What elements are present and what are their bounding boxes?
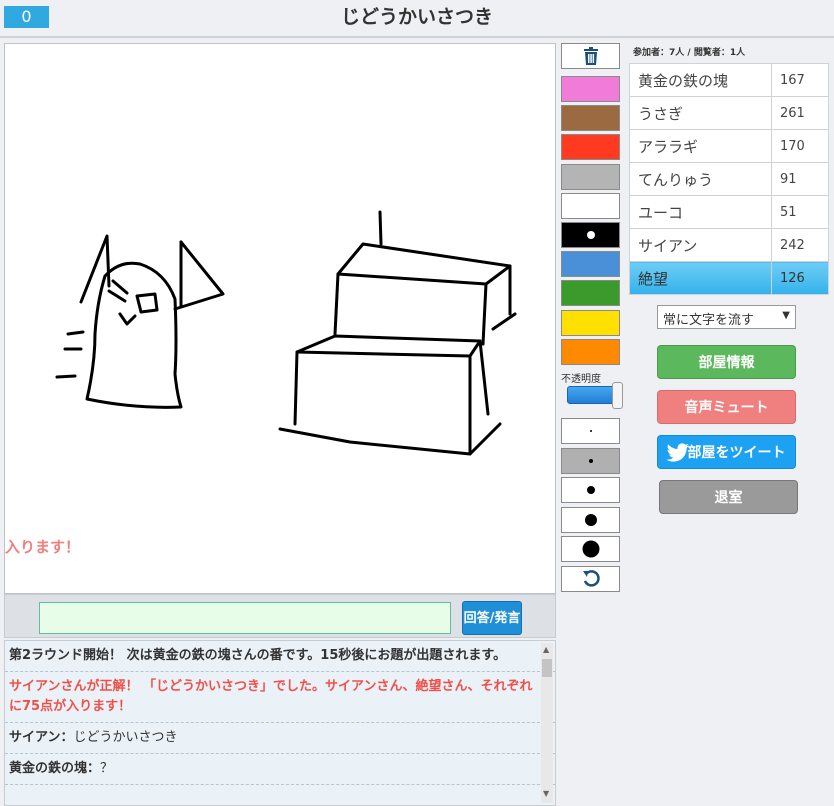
chat-message-text: サイアンさんが正解！ 「じどうかいさつき」でした。サイアンさん、絶望さん、それぞ… (9, 679, 533, 714)
chat-message: 黄金の鉄の塊：？ (5, 754, 555, 785)
clear-canvas-button[interactable] (561, 43, 620, 69)
chat-display-value: 常に文字を流す (663, 313, 755, 328)
header: 0 じどうかいさつき (0, 0, 834, 38)
chat-sender: 黄金の鉄の塊 (9, 761, 88, 776)
chat-message: サイアンさんが正解！ 「じどうかいさつき」でした。サイアンさん、絶望さん、それぞ… (5, 672, 555, 723)
chat-display-select[interactable]: 常に文字を流す ▼ (657, 305, 796, 329)
pen-size-dot (582, 540, 599, 558)
player-row: ユーコ 51 (629, 195, 829, 229)
opacity-label: 不透明度 (561, 374, 601, 385)
player-list: 黄金の鉄の塊 167 うさぎ 261 アララギ 170 てんりゅう 91 ユーコ 51 サイアン 24… (629, 63, 829, 295)
chat-message: サイアン：じどうかいさつき (5, 723, 555, 754)
player-score: 242 (771, 228, 829, 262)
color-swatch[interactable] (561, 105, 620, 132)
chevron-down-icon: ▼ (782, 310, 790, 321)
pen-size-dot (588, 458, 593, 463)
player-score: 167 (771, 63, 829, 97)
player-name: てんりゅう (629, 162, 772, 196)
player-name: 絶望 (629, 261, 772, 295)
player-score: 126 (771, 261, 829, 295)
scroll-up-icon[interactable]: ▲ (543, 645, 549, 654)
color-swatch[interactable] (561, 134, 620, 161)
floating-chat-text: 入ります！ (5, 538, 81, 556)
pen-size-button[interactable] (561, 447, 620, 474)
exit-button[interactable]: 退室 (659, 480, 798, 514)
player-score: 51 (771, 195, 829, 229)
pen-size-button[interactable] (561, 418, 620, 444)
color-swatch[interactable] (561, 309, 620, 336)
player-row: てんりゅう 91 (629, 162, 829, 196)
chat-message-text: 第2ラウンド開始！ 次は黄金の鉄の塊さんの番です。15秒後にお題が出題されます。 (9, 648, 507, 663)
player-row: アララギ 170 (629, 129, 829, 163)
undo-button[interactable] (561, 566, 620, 592)
chat-message: 第2ラウンド開始！ 次は黄金の鉄の塊さんの番です。15秒後にお題が出題されます。 (5, 641, 555, 672)
player-row: 絶望 126 (629, 261, 829, 295)
mute-button[interactable]: 音声ミュート (657, 390, 796, 424)
drawing-strokes (55, 210, 517, 456)
chat-message-text: ？ (100, 761, 114, 776)
player-name: 黄金の鉄の塊 (629, 63, 772, 97)
pen-size-button[interactable] (561, 506, 620, 533)
player-row: うさぎ 261 (629, 96, 829, 130)
pen-size-dot (584, 513, 597, 526)
chat-scrollbar[interactable]: ▲ ▼ (541, 643, 553, 803)
chat-sender: サイアン (9, 730, 61, 745)
bird-icon (666, 443, 689, 462)
player-name: サイアン (629, 228, 772, 262)
player-row: 黄金の鉄の塊 167 (629, 63, 829, 97)
player-score: 170 (771, 129, 829, 163)
trash-icon (584, 47, 598, 65)
player-name: うさぎ (629, 96, 772, 130)
player-row: サイアン 242 (629, 228, 829, 262)
header-divider (0, 36, 834, 38)
scroll-down-icon[interactable]: ▼ (543, 789, 549, 798)
opacity-slider-handle[interactable] (612, 382, 623, 409)
player-name: ユーコ (629, 195, 772, 229)
color-swatch[interactable] (561, 251, 620, 278)
player-score: 91 (771, 162, 829, 196)
color-swatch[interactable] (561, 76, 620, 102)
color-swatch[interactable] (561, 338, 620, 365)
tweet-button[interactable]: 部屋をツイート (657, 435, 796, 469)
pen-size-button[interactable] (561, 477, 620, 503)
chat-message-text: じどうかいさつき (73, 730, 178, 745)
answer-send-button[interactable]: 回答/発言 (462, 601, 522, 635)
pen-size-button[interactable] (561, 536, 620, 562)
chat-log: 第2ラウンド開始！ 次は黄金の鉄の塊さんの番です。15秒後にお題が出題されます。… (4, 640, 556, 806)
drawing-canvas[interactable]: 入ります！ (4, 43, 556, 594)
color-swatch[interactable] (561, 192, 620, 219)
chat-separator: ： (60, 730, 74, 745)
pen-size-dot (589, 430, 592, 432)
color-swatch[interactable] (561, 280, 620, 307)
color-swatch[interactable] (561, 163, 620, 190)
page-title: じどうかいさつき (340, 6, 493, 28)
answer-input[interactable] (39, 602, 451, 634)
room-info-button[interactable]: 部屋情報 (657, 345, 796, 379)
player-name: アララギ (629, 129, 772, 163)
room-counts: 参加者：7人 / 閲覧者：1人 (633, 48, 746, 58)
scrollbar-thumb[interactable] (542, 659, 552, 677)
pen-size-dot (586, 486, 595, 494)
color-swatch[interactable] (561, 222, 620, 248)
chat-separator: ： (87, 761, 101, 776)
undo-icon (583, 570, 600, 587)
answer-bar: 回答/発言 (4, 594, 556, 638)
selected-indicator (586, 231, 595, 239)
player-score: 261 (771, 96, 829, 130)
